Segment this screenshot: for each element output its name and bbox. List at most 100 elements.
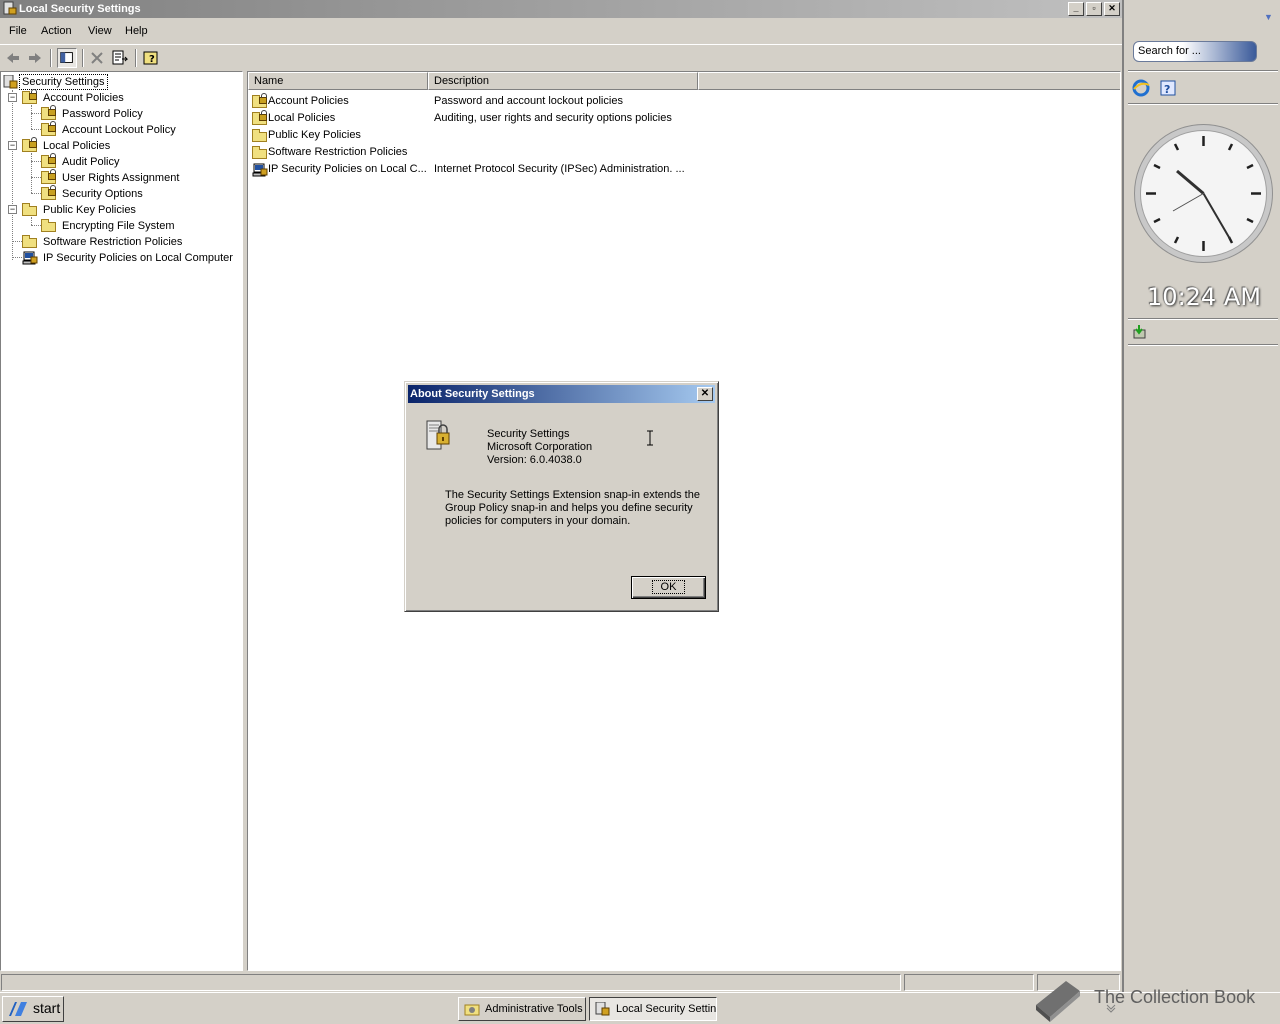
- list-item[interactable]: Software Restriction Policies: [248, 144, 948, 161]
- folder-icon: [252, 129, 268, 143]
- title-bar[interactable]: Local Security Settings _ ▫ ✕: [0, 0, 1122, 18]
- dialog-title-bar[interactable]: About Security Settings ✕: [408, 385, 715, 403]
- tree-label: User Rights Assignment: [62, 172, 180, 184]
- status-cell: [1, 974, 901, 991]
- toolbar: ?: [0, 44, 1122, 70]
- list-item-name: Software Restriction Policies: [268, 146, 408, 158]
- close-button[interactable]: ✕: [1104, 2, 1120, 16]
- column-header-empty: [698, 72, 1120, 90]
- list-item[interactable]: Local Policies Auditing, user rights and…: [248, 110, 948, 127]
- list-item-description: Auditing, user rights and security optio…: [434, 112, 672, 124]
- locked-folder-icon: [22, 137, 38, 153]
- tree-item-audit-policy[interactable]: Audit Policy: [41, 153, 231, 170]
- tree-label: Account Policies: [43, 92, 124, 104]
- tree-label: Security Options: [62, 188, 143, 200]
- show-hide-tree-icon[interactable]: [57, 48, 77, 68]
- list-item[interactable]: Public Key Policies: [248, 127, 948, 144]
- menu-help[interactable]: Help: [125, 25, 148, 37]
- search-input[interactable]: Search for ...: [1133, 41, 1257, 62]
- ok-button[interactable]: OK: [631, 576, 706, 599]
- tree-label: Account Lockout Policy: [62, 124, 176, 136]
- menu-view[interactable]: View: [88, 25, 112, 37]
- taskbar-button-local-security-settings[interactable]: Local Security Settings: [589, 997, 717, 1021]
- help-icon[interactable]: ?: [141, 48, 161, 68]
- taskbar-button-label: Local Security Settings: [616, 1003, 717, 1015]
- delete-icon[interactable]: [87, 48, 107, 68]
- locked-folder-icon: [22, 89, 38, 105]
- list-item-name: Local Policies: [268, 112, 336, 124]
- administrative-tools-icon: [464, 1004, 480, 1016]
- tree-item-account-policies[interactable]: Account Policies: [22, 89, 232, 106]
- tree-item-account-lockout-policy[interactable]: Account Lockout Policy: [41, 121, 231, 138]
- svg-text:?: ?: [1164, 83, 1170, 96]
- collapse-toggle[interactable]: −: [8, 93, 17, 102]
- text-cursor-icon: [647, 430, 653, 446]
- restore-button[interactable]: ▫: [1086, 2, 1102, 16]
- ipsec-icon: [22, 251, 38, 265]
- start-button[interactable]: start: [2, 996, 64, 1022]
- list-item-name: Account Policies: [268, 95, 349, 107]
- dialog-close-button[interactable]: ✕: [697, 387, 713, 401]
- security-server-icon: [426, 420, 450, 450]
- digital-clock-time: 10:24 AM: [1147, 283, 1261, 311]
- folder-icon: [41, 219, 57, 233]
- help-center-icon[interactable]: ?: [1159, 79, 1177, 97]
- taskbar-button-label: Administrative Tools: [485, 1003, 583, 1015]
- start-label: start: [33, 1000, 61, 1016]
- tree-item-user-rights-assignment[interactable]: User Rights Assignment: [41, 169, 231, 186]
- status-cell: [904, 974, 1034, 991]
- minimize-button[interactable]: _: [1068, 2, 1084, 16]
- list-item[interactable]: Account Policies Password and account lo…: [248, 93, 948, 110]
- internet-explorer-icon[interactable]: [1132, 79, 1150, 97]
- tree-label: Password Policy: [62, 108, 143, 120]
- tree-label: Audit Policy: [62, 156, 120, 168]
- tree-item-software-restriction-policies[interactable]: Software Restriction Policies: [22, 234, 232, 250]
- desktop-sidebar: ▼ Search for ... ? 10:24 AM: [1122, 0, 1280, 992]
- export-list-icon[interactable]: [110, 48, 130, 68]
- collapse-toggle[interactable]: −: [8, 205, 17, 214]
- tree-item-encrypting-file-system[interactable]: Encrypting File System: [41, 218, 231, 234]
- collapse-toggle[interactable]: −: [8, 141, 17, 150]
- tree-label: Security Settings: [19, 74, 108, 90]
- dialog-title: About Security Settings: [410, 388, 535, 400]
- tree-label: Public Key Policies: [43, 204, 136, 216]
- company-name: Microsoft Corporation: [487, 441, 593, 453]
- menu-file[interactable]: File: [9, 25, 27, 37]
- locked-folder-icon: [41, 185, 57, 201]
- folder-icon: [22, 235, 38, 249]
- list-item-name: Public Key Policies: [268, 129, 361, 141]
- locked-folder-icon: [252, 93, 268, 109]
- tree-item-password-policy[interactable]: Password Policy: [41, 105, 231, 122]
- ok-button-label: OK: [651, 580, 686, 594]
- forward-arrow-icon[interactable]: [25, 48, 45, 68]
- locked-folder-icon: [41, 169, 57, 185]
- status-bar: [0, 973, 1122, 992]
- tree-item-security-options[interactable]: Security Options: [41, 185, 231, 202]
- menu-action[interactable]: Action: [41, 25, 72, 37]
- folder-icon: [22, 203, 38, 217]
- column-header-name[interactable]: Name: [248, 72, 428, 90]
- window-title: Local Security Settings: [19, 3, 141, 15]
- tree-label: IP Security Policies on Local Computer: [43, 252, 233, 264]
- list-item[interactable]: IP Security Policies on Local C... Inter…: [248, 161, 948, 178]
- svg-text:?: ?: [149, 54, 155, 65]
- ipsec-icon: [252, 163, 268, 177]
- locked-folder-icon: [41, 153, 57, 169]
- tree-item-public-key-policies[interactable]: Public Key Policies: [22, 202, 232, 218]
- column-header-description[interactable]: Description: [428, 72, 698, 90]
- analog-clock: [1134, 124, 1273, 263]
- book-logo-icon: [1036, 981, 1080, 1022]
- description-text: The Security Settings Extension snap-in …: [445, 489, 700, 527]
- locked-folder-icon: [41, 105, 57, 121]
- chevron-down-icon[interactable]: ▼: [1264, 12, 1274, 22]
- taskbar-button-administrative-tools[interactable]: Administrative Tools: [458, 997, 586, 1021]
- back-arrow-icon[interactable]: [3, 48, 23, 68]
- menu-bar: File Action View Help: [0, 22, 1122, 42]
- tree-item-ip-security-policies[interactable]: IP Security Policies on Local Computer: [22, 250, 242, 266]
- tree-pane: Security Settings − Account Policies Pas…: [0, 71, 243, 971]
- locked-folder-icon: [252, 110, 268, 126]
- folder-icon: [252, 146, 268, 160]
- add-gadget-icon[interactable]: [1132, 324, 1148, 340]
- tree-item-local-policies[interactable]: Local Policies: [22, 137, 232, 154]
- tree-item-security-settings[interactable]: Security Settings: [3, 74, 233, 90]
